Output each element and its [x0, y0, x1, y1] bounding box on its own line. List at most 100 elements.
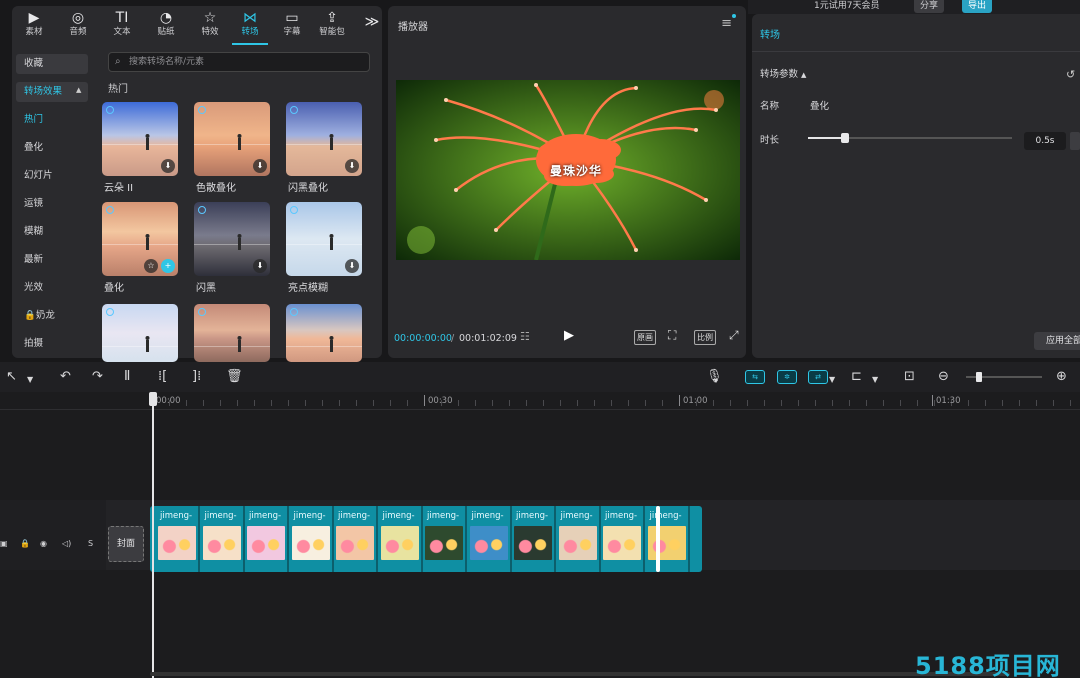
download-icon[interactable]: ⬇ [253, 159, 267, 173]
video-clip[interactable]: jimeng- [156, 506, 200, 572]
more-tabs-button[interactable]: ≫ [354, 14, 390, 46]
chevron-down-icon[interactable]: ▼ [27, 372, 33, 388]
chevron-down-icon[interactable]: ▼ [872, 372, 878, 388]
subtitle-icon: ▭ [285, 10, 299, 26]
transition-thumbnail[interactable]: ⬇ [102, 102, 178, 176]
quality-button[interactable]: 原画 [634, 330, 656, 345]
video-clip[interactable]: jimeng- [601, 506, 645, 572]
transition-thumbnail[interactable] [102, 304, 178, 362]
playhead[interactable] [149, 392, 157, 678]
video-clip[interactable]: jimeng- [245, 506, 289, 572]
export-button[interactable]: 导出 [962, 0, 993, 13]
nav-item[interactable]: 幻灯片 [16, 166, 88, 186]
main-track-magnet-icon[interactable]: ⇆ [745, 370, 765, 384]
nav-item[interactable]: 热门 [16, 110, 88, 130]
track-toggle-icon[interactable]: ▣ [0, 539, 8, 548]
frame-list-icon[interactable]: ☷ [520, 330, 530, 343]
tab-film[interactable]: ▶ 素材 [16, 10, 52, 42]
download-icon[interactable]: ⬇ [161, 159, 175, 173]
tab-sticker[interactable]: ◔ 贴纸 [148, 10, 184, 42]
apply-all-button[interactable]: 应用全部 [1034, 332, 1080, 350]
duration-slider-handle[interactable] [840, 133, 849, 143]
play-icon[interactable]: ▶ [564, 328, 574, 343]
reset-icon[interactable]: ↺ [1066, 68, 1075, 81]
tab-transition[interactable]: ⋈ 转场 [232, 10, 268, 42]
ratio-button[interactable]: 比例 [694, 330, 716, 345]
fit-timeline-icon[interactable]: ⊡ [904, 369, 915, 385]
audio-icon[interactable]: ◁) [62, 539, 71, 548]
nav-item[interactable]: 模糊 [16, 222, 88, 242]
trim-left-icon[interactable]: ⁞[ [158, 369, 167, 385]
zoom-slider-handle[interactable] [976, 372, 982, 382]
search-input[interactable]: ⌕ 搜索转场名称/元素 [108, 52, 370, 72]
download-icon[interactable]: ⬇ [345, 259, 359, 273]
zoom-out-icon[interactable]: ⊖ [938, 369, 949, 385]
lock-icon[interactable]: 🔒 [20, 539, 30, 548]
video-clip[interactable]: jimeng- [290, 506, 334, 572]
linkage-icon[interactable]: ⇄ [808, 370, 828, 384]
preview-axis-icon[interactable]: ⊏ [851, 369, 862, 385]
horizontal-scrollbar[interactable] [150, 672, 1010, 676]
tab-subtitle[interactable]: ▭ 字幕 [274, 10, 310, 42]
account-badge[interactable]: 1元试用7天会员 [808, 0, 885, 13]
tab-audio[interactable]: ◎ 音频 [60, 10, 96, 42]
undo-icon[interactable]: ↶ [60, 369, 71, 385]
video-clip[interactable]: jimeng- [512, 506, 556, 572]
nav-item[interactable]: 光效 [16, 278, 88, 298]
tab-text[interactable]: TI 文本 [104, 10, 140, 42]
microphone-icon[interactable]: 🎙 [706, 369, 723, 385]
share-button[interactable]: 分享 [914, 0, 945, 13]
playhead-handle[interactable] [149, 392, 157, 406]
nav-item[interactable]: 运镜 [16, 194, 88, 214]
video-clip[interactable]: jimeng- [423, 506, 467, 572]
nav-item[interactable]: 叠化 [16, 138, 88, 158]
download-icon[interactable]: ⬇ [253, 259, 267, 273]
nav-item[interactable]: 收藏 [16, 54, 88, 74]
zoom-in-icon[interactable]: ⊕ [1056, 369, 1067, 385]
duration-slider[interactable] [808, 133, 1012, 143]
video-clip[interactable]: jimeng- [557, 506, 601, 572]
split-icon[interactable]: Ⅱ [124, 369, 130, 385]
menu-icon[interactable]: ≡ [721, 16, 732, 31]
select-cursor-icon[interactable]: ↖ [6, 369, 17, 385]
solo-icon[interactable]: S [88, 539, 93, 548]
transition-thumbnail[interactable]: ⬇ [286, 102, 362, 176]
transition-thumbnail[interactable] [194, 304, 270, 362]
video-clip[interactable]: jimeng- [201, 506, 245, 572]
video-clip[interactable]: jimeng- [646, 506, 690, 572]
add-icon[interactable]: + [161, 259, 175, 273]
duration-stepper[interactable] [1070, 132, 1080, 150]
video-clip[interactable]: jimeng- [334, 506, 378, 572]
params-toggle[interactable]: 转场参数 ▲ [760, 66, 806, 80]
chevron-down-icon[interactable]: ▼ [829, 372, 835, 388]
snapshot-icon[interactable]: ⛶ [668, 328, 676, 343]
zoom-slider[interactable] [966, 372, 1042, 382]
transition-thumbnail[interactable]: ⬇ [194, 202, 270, 276]
trim-right-icon[interactable]: ]⁞ [192, 369, 201, 385]
top-bar: 1元试用7天会员 分享 导出 [748, 0, 1080, 14]
video-preview[interactable]: 曼珠沙华 [396, 80, 740, 260]
clip-end-handle[interactable] [656, 506, 660, 572]
video-clip[interactable]: jimeng- [379, 506, 423, 572]
redo-icon[interactable]: ↷ [92, 369, 103, 385]
auto-snap-icon[interactable]: ✲ [777, 370, 797, 384]
transition-thumbnail[interactable] [286, 304, 362, 362]
star-icon[interactable]: ☆ [144, 259, 158, 273]
nav-item[interactable]: 🔒奶龙 [16, 306, 88, 326]
delete-icon[interactable]: 🗑 [226, 369, 243, 385]
time-ruler[interactable]: 00:00 00:30 01:00 01:30 [0, 392, 1080, 410]
transition-thumbnail[interactable]: ☆ + [102, 202, 178, 276]
duration-input[interactable]: 0.5s [1024, 132, 1066, 150]
transition-thumbnail[interactable]: ⬇ [286, 202, 362, 276]
tab-effects[interactable]: ☆ 特效 [192, 10, 228, 42]
nav-item[interactable]: 拍摄 [16, 334, 88, 354]
download-icon[interactable]: ⬇ [345, 159, 359, 173]
clip-strip: jimeng-jimeng-jimeng-jimeng-jimeng-jimen… [150, 506, 702, 572]
video-clip[interactable]: jimeng- [468, 506, 512, 572]
nav-item[interactable]: 最新 [16, 250, 88, 270]
eye-icon[interactable]: ◉ [40, 539, 47, 548]
fullscreen-icon[interactable]: ⤢ [729, 328, 739, 343]
cover-button[interactable]: 封面 [108, 526, 144, 562]
transition-thumbnail[interactable]: ⬇ [194, 102, 270, 176]
tab-smart-pack[interactable]: ⇪ 智能包 [314, 10, 350, 42]
